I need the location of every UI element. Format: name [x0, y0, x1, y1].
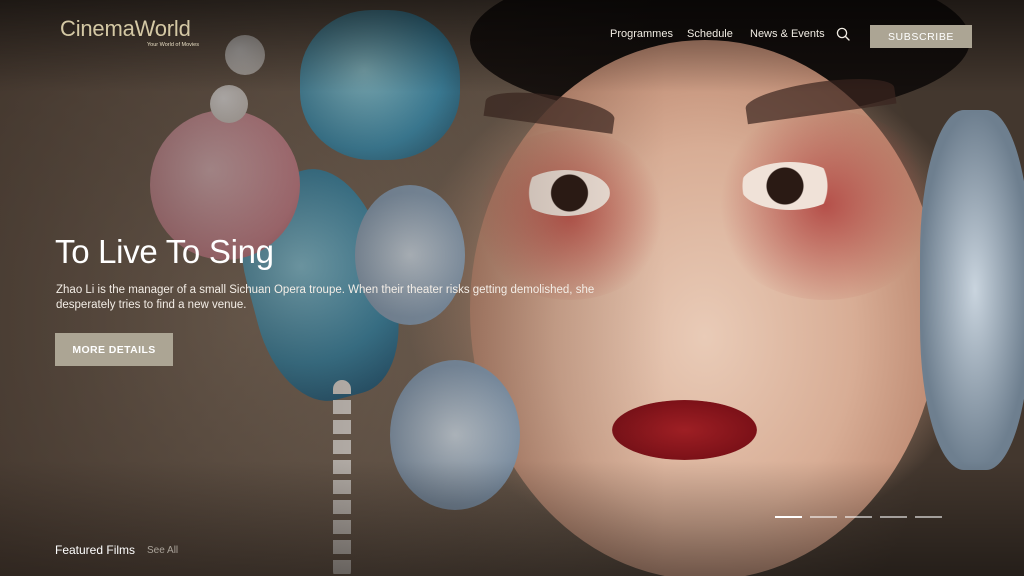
nav-news-events[interactable]: News & Events [750, 28, 825, 40]
carousel-indicators [775, 516, 942, 518]
logo-name: CinemaWorld [60, 16, 191, 41]
see-all-link[interactable]: See All [147, 545, 178, 556]
more-details-button[interactable]: MORE DETAILS [55, 333, 173, 366]
featured-films-title: Featured Films [55, 543, 136, 557]
logo-tagline: Your World of Movies [147, 42, 199, 48]
carousel-dot[interactable] [845, 516, 872, 518]
nav-programmes[interactable]: Programmes [610, 28, 673, 40]
site-header: CinemaWorld Your World of Movies Program… [0, 0, 1024, 70]
hero-title: To Live To Sing [55, 233, 274, 270]
carousel-dot[interactable] [775, 516, 802, 518]
search-icon[interactable] [836, 27, 850, 41]
carousel-dot[interactable] [915, 516, 942, 518]
carousel-dot[interactable] [880, 516, 907, 518]
nav-schedule[interactable]: Schedule [687, 28, 733, 40]
logo[interactable]: CinemaWorld Your World of Movies [60, 16, 199, 48]
hero-description: Zhao Li is the manager of a small Sichua… [56, 284, 595, 311]
subscribe-button[interactable]: SUBSCRIBE [870, 25, 972, 48]
carousel-dot[interactable] [810, 516, 837, 518]
